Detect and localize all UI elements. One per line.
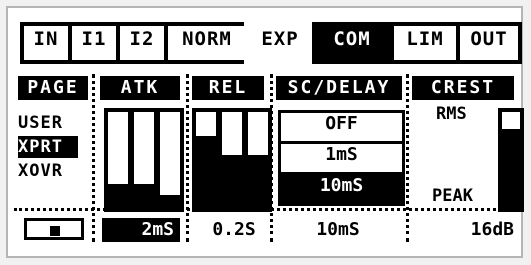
atk-meter-3-fill	[160, 194, 180, 208]
tab-exp[interactable]: EXP	[244, 22, 316, 64]
separator-sc	[406, 74, 409, 242]
sc-option-1ms[interactable]: 1mS	[278, 141, 405, 175]
tab-out[interactable]: OUT	[456, 22, 522, 64]
separator-atk	[186, 74, 189, 242]
rel-meter-3	[244, 108, 272, 212]
atk-meter-3	[156, 108, 184, 212]
page-heading: PAGE	[18, 76, 88, 100]
rel-heading: REL	[192, 76, 264, 100]
crest-meter	[498, 108, 524, 212]
crest-heading: CREST	[412, 76, 514, 100]
atk-heading: ATK	[100, 76, 180, 100]
tab-i2[interactable]: I2	[116, 22, 168, 64]
page-item-user[interactable]: USER	[18, 112, 78, 134]
rel-value[interactable]: 0.2S	[206, 218, 262, 242]
rel-meter-1	[192, 108, 220, 212]
rel-meter-2	[218, 108, 246, 212]
tab-i1[interactable]: I1	[68, 22, 120, 64]
atk-meter-2	[130, 108, 158, 212]
sc-delay-value[interactable]: 10mS	[300, 218, 376, 242]
atk-meter-1	[104, 108, 132, 212]
page-item-xprt[interactable]: XPRT	[18, 136, 78, 158]
rel-meter-3-fill	[248, 155, 268, 208]
tab-in[interactable]: IN	[20, 22, 72, 64]
crest-peak-label: PEAK	[432, 186, 473, 206]
atk-value[interactable]: 2mS	[102, 218, 180, 242]
tab-com[interactable]: COM	[312, 22, 392, 64]
atk-meter-2-fill	[134, 184, 154, 208]
rel-meter-2-fill	[222, 155, 242, 208]
crest-rms-label: RMS	[436, 104, 467, 124]
crest-value[interactable]: 16dB	[450, 218, 514, 242]
sc-option-off[interactable]: OFF	[278, 110, 405, 144]
sc-option-10ms[interactable]: 10mS	[278, 172, 405, 206]
atk-meter-1-fill	[108, 184, 128, 208]
stop-icon	[50, 226, 60, 236]
tab-lim[interactable]: LIM	[390, 22, 460, 64]
rel-meter-1-fill	[196, 136, 216, 208]
page-item-xovr[interactable]: XOVR	[18, 160, 78, 182]
tab-norm[interactable]: NORM	[164, 22, 250, 64]
page-stop-button[interactable]	[24, 218, 84, 240]
sc-delay-heading: SC/DELAY	[276, 76, 402, 100]
separator-page	[92, 74, 95, 242]
crest-meter-fill	[502, 129, 520, 208]
